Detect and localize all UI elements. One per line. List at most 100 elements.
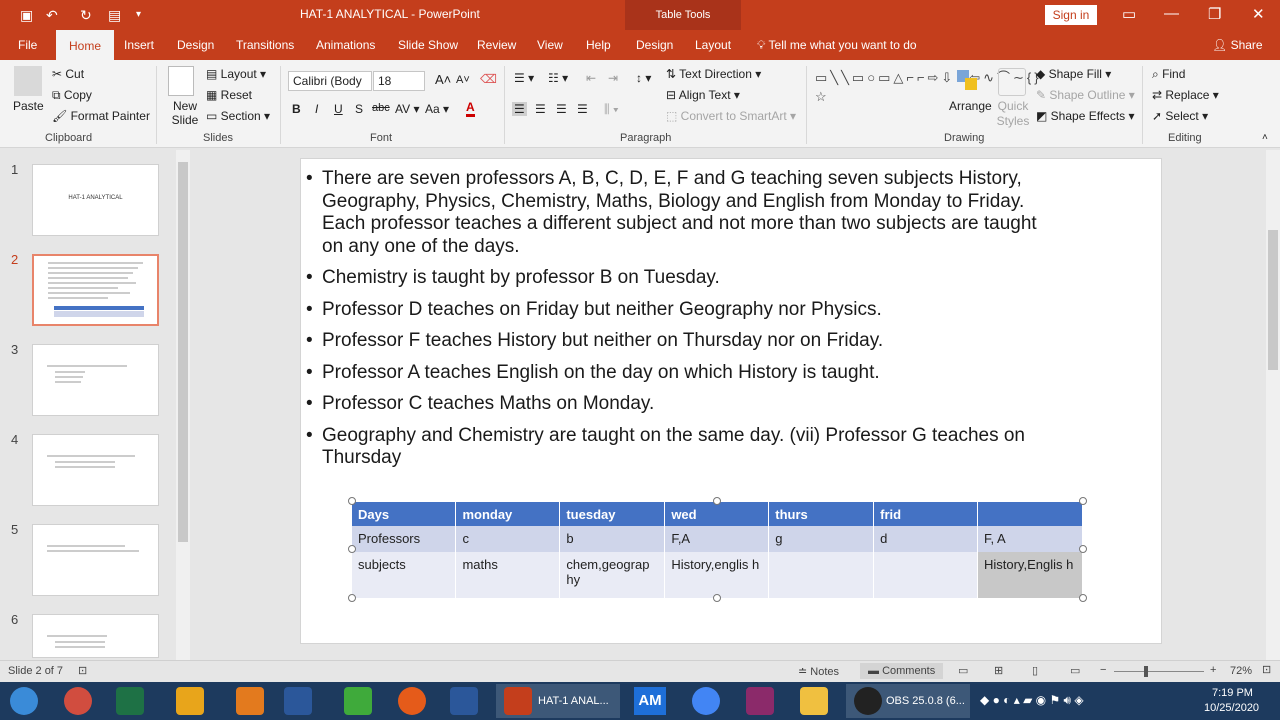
shapes-gallery[interactable]: ▭╲╲▭○▭△⌐⌐⇨⇩⇧⇦∿⌒∼{}☆ [815, 68, 1039, 124]
share-button[interactable]: 👤︎ Share [1212, 38, 1263, 52]
section-button[interactable]: ▭ Section ▾ [206, 109, 270, 123]
app-icon[interactable] [64, 687, 92, 715]
collapse-ribbon-icon[interactable]: ˄ [1262, 132, 1268, 143]
italic-icon[interactable]: I [315, 102, 318, 116]
resize-handle[interactable] [713, 497, 721, 505]
font-color-icon[interactable]: A [466, 100, 475, 117]
char-spacing-icon[interactable]: AV ▾ [395, 102, 419, 116]
tab-animations[interactable]: Animations [316, 38, 375, 52]
table-cell[interactable] [873, 552, 978, 598]
table-header-cell[interactable]: monday [455, 502, 561, 526]
minimize-icon[interactable]: — [1164, 5, 1179, 22]
undo-icon[interactable]: ↶ [46, 6, 58, 24]
copy-button[interactable]: ⧉ Copy [52, 88, 92, 103]
align-text-button[interactable]: ⊟ Align Text ▾ [666, 88, 740, 102]
zoom-out-icon[interactable]: − [1100, 664, 1106, 676]
resize-handle[interactable] [1079, 497, 1087, 505]
firefox-icon[interactable] [398, 687, 426, 715]
select-button[interactable]: ➚ Select ▾ [1152, 109, 1208, 123]
replace-button[interactable]: ⇄ Replace ▾ [1152, 88, 1219, 102]
table-cell[interactable]: History,englis h [664, 552, 770, 598]
notes-button[interactable]: ≐ Notes [798, 665, 839, 678]
numbering-icon[interactable]: ☷ ▾ [548, 71, 568, 85]
reading-view-icon[interactable]: ▯ [1032, 664, 1038, 677]
table-cell[interactable]: d [873, 526, 978, 552]
columns-icon[interactable]: ⫼ ▾ [604, 102, 619, 117]
shape-outline-button[interactable]: ✎ Shape Outline ▾ [1036, 88, 1135, 102]
slide-thumbnail-6[interactable] [32, 614, 159, 658]
table-cell[interactable]: Professors [352, 526, 457, 552]
arrange-button[interactable]: Arrange [949, 99, 992, 113]
tab-slide-show[interactable]: Slide Show [398, 38, 458, 52]
slide-scrollbar[interactable] [1266, 150, 1280, 660]
comments-button[interactable]: ▬ Comments [860, 663, 944, 679]
change-case-icon[interactable]: Aa ▾ [425, 102, 449, 116]
ribbon-display-icon[interactable]: ▭ [1122, 5, 1136, 23]
zoom-slider-thumb[interactable] [1144, 666, 1148, 677]
system-tray-icons[interactable]: ◆ ● ◐ ▴ ▰ ◉ ⚑ 🔊︎ ◈ [980, 693, 1084, 708]
file-explorer-icon[interactable] [800, 687, 828, 715]
justify-icon[interactable]: ☰ [577, 102, 588, 116]
customize-qat-icon[interactable]: ▾ [136, 6, 141, 24]
tab-design[interactable]: Design [177, 38, 214, 52]
matlab-icon[interactable] [236, 687, 264, 715]
format-painter-button[interactable]: 🖌︎ Format Painter [52, 109, 150, 123]
underline-icon[interactable]: U [334, 102, 343, 116]
clear-formatting-icon[interactable]: ⌫ [480, 72, 497, 86]
media-player-icon[interactable] [176, 687, 204, 715]
arrange-icon[interactable] [955, 68, 979, 94]
clock-date[interactable]: 10/25/2020 [1204, 702, 1259, 714]
cut-button[interactable]: ✂ Cut [52, 67, 84, 81]
taskbar-obs-app[interactable]: OBS 25.0.8 (6... [846, 684, 970, 718]
resize-handle[interactable] [1079, 545, 1087, 553]
strikethrough-icon[interactable]: abc [372, 102, 390, 114]
excel-icon[interactable] [116, 687, 144, 715]
table-cell[interactable]: maths [455, 552, 561, 598]
table-header-cell[interactable]: Days [352, 502, 457, 526]
new-slide-button[interactable]: New Slide [170, 99, 200, 127]
table-header-cell[interactable] [977, 502, 1084, 526]
table-cell[interactable] [768, 552, 875, 598]
scrollbar-thumb[interactable] [178, 162, 188, 542]
table-cell[interactable]: b [559, 526, 666, 552]
decrease-indent-icon[interactable]: ⇤ [586, 71, 596, 85]
slide-bullet-list[interactable]: There are seven professors A, B, C, D, E… [306, 168, 1062, 479]
table-header-cell[interactable]: tuesday [559, 502, 666, 526]
slide-thumbnail-4[interactable] [32, 434, 159, 506]
winrar-icon[interactable] [746, 687, 774, 715]
tab-view[interactable]: View [537, 38, 563, 52]
zoom-in-icon[interactable]: + [1210, 664, 1216, 676]
thumbnail-scrollbar[interactable] [176, 150, 190, 660]
tab-insert[interactable]: Insert [124, 38, 154, 52]
tab-file[interactable]: File [18, 38, 37, 52]
close-icon[interactable]: ✕ [1252, 5, 1265, 23]
tab-table-layout[interactable]: Layout [695, 38, 731, 52]
present-icon[interactable]: ▤ [108, 6, 121, 24]
resize-handle[interactable] [348, 497, 356, 505]
taskbar-powerpoint-app[interactable]: HAT-1 ANAL... [496, 684, 620, 718]
tab-help[interactable]: Help [586, 38, 611, 52]
clock-time[interactable]: 7:19 PM [1212, 687, 1253, 699]
scrollbar-thumb[interactable] [1268, 230, 1278, 370]
resize-handle[interactable] [348, 594, 356, 602]
table-header-cell[interactable]: thurs [768, 502, 875, 526]
align-left-icon[interactable]: ☰ [512, 102, 527, 116]
accessibility-icon[interactable]: ⊡ [78, 664, 87, 677]
quick-styles-icon[interactable] [998, 68, 1026, 96]
bullets-icon[interactable]: ☰ ▾ [514, 71, 534, 85]
sign-in-button[interactable]: Sign in [1045, 5, 1097, 25]
table-cell[interactable]: chem,geograp hy [559, 552, 666, 598]
tab-home[interactable]: Home [56, 30, 115, 60]
redo-icon[interactable]: ↻ [80, 6, 92, 24]
slide-thumbnail-1[interactable]: HAT-1 ANALYTICAL [32, 164, 159, 236]
slide-thumbnail-2[interactable] [32, 254, 159, 326]
text-direction-button[interactable]: ⇅ Text Direction ▾ [666, 67, 761, 81]
quick-styles-button[interactable]: Quick Styles [995, 99, 1031, 129]
align-center-icon[interactable]: ☰ [535, 102, 546, 116]
font-size-select[interactable]: 18 [373, 71, 425, 91]
increase-indent-icon[interactable]: ⇥ [608, 71, 618, 85]
new-slide-icon[interactable] [168, 66, 194, 96]
shape-effects-button[interactable]: ◩ Shape Effects ▾ [1036, 109, 1135, 123]
table-cell[interactable]: subjects [352, 552, 457, 598]
tell-me-search[interactable]: 💡︎ Tell me what you want to do [757, 38, 917, 53]
